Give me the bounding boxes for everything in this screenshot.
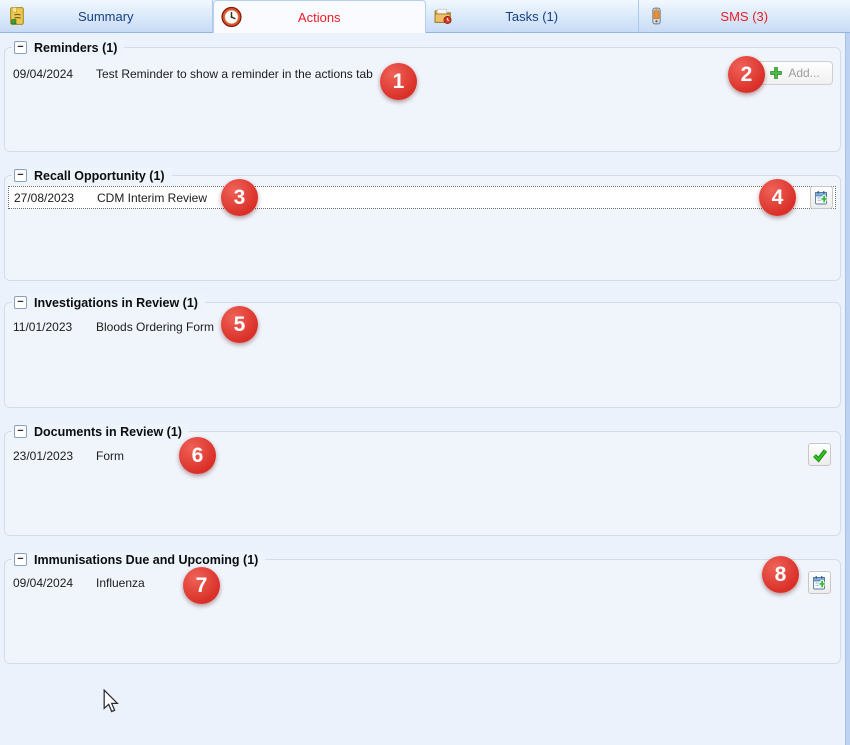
table-row[interactable]: 23/01/2023 Form [8, 444, 836, 467]
section-header-immunisations: − Immunisations Due and Upcoming (1) [12, 551, 265, 568]
tab-label-summary: Summary [78, 9, 134, 24]
section-title: Documents in Review (1) [34, 425, 182, 439]
section-header-investigations: − Investigations in Review (1) [12, 294, 205, 311]
tab-label-actions: Actions [298, 10, 341, 25]
check-icon [812, 447, 828, 463]
tab-tasks[interactable]: Tasks (1) [426, 0, 639, 33]
row-text: Form [96, 449, 124, 463]
add-reminder-button[interactable]: Add... [757, 61, 833, 85]
tab-summary[interactable]: Summary [0, 0, 213, 33]
section-title: Recall Opportunity (1) [34, 169, 165, 183]
table-row[interactable]: 09/04/2024 Influenza [8, 571, 836, 594]
add-appointment-icon [812, 575, 828, 591]
tab-sms[interactable]: SMS (3) [639, 0, 850, 33]
patient-actions-screen: Summary Actions [0, 0, 850, 745]
complete-document-button[interactable] [808, 443, 831, 466]
tasks-folder-icon [433, 6, 454, 27]
callout-badge-6: 6 [179, 437, 216, 474]
tab-actions[interactable]: Actions [213, 0, 427, 33]
add-appointment-button[interactable] [810, 186, 833, 209]
row-date: 11/01/2023 [8, 320, 96, 334]
section-reminders: − Reminders (1) 09/04/2024 Test Reminder… [4, 47, 841, 152]
row-date: 09/04/2024 [8, 576, 96, 590]
row-date: 27/08/2023 [9, 191, 97, 205]
row-date: 23/01/2023 [8, 449, 96, 463]
summary-note-icon [7, 6, 28, 27]
mouse-cursor-icon [103, 689, 119, 719]
callout-badge-1: 1 [380, 63, 417, 100]
add-immunisation-appointment-button[interactable] [808, 571, 831, 594]
collapse-button[interactable]: − [14, 169, 27, 182]
section-title: Immunisations Due and Upcoming (1) [34, 553, 258, 567]
tab-bar: Summary Actions [0, 0, 850, 33]
callout-badge-7: 7 [183, 567, 220, 604]
callout-badge-3: 3 [221, 179, 258, 216]
add-button-label: Add... [788, 66, 819, 80]
table-row[interactable]: 09/04/2024 Test Reminder to show a remin… [8, 62, 836, 85]
section-header-reminders: − Reminders (1) [12, 39, 124, 56]
collapse-button[interactable]: − [14, 553, 27, 566]
window-right-border [845, 33, 850, 745]
section-header-recall: − Recall Opportunity (1) [12, 167, 172, 184]
callout-badge-2: 2 [728, 56, 765, 93]
section-recall-opportunity: − Recall Opportunity (1) 27/08/2023 CDM … [4, 175, 841, 281]
row-date: 09/04/2024 [8, 67, 96, 81]
callout-badge-5: 5 [221, 306, 258, 343]
section-immunisations-due: − Immunisations Due and Upcoming (1) 09/… [4, 559, 841, 664]
collapse-button[interactable]: − [14, 296, 27, 309]
collapse-button[interactable]: − [14, 425, 27, 438]
mobile-phone-icon [646, 6, 667, 27]
table-row[interactable]: 11/01/2023 Bloods Ordering Form [8, 315, 836, 338]
row-text: Bloods Ordering Form [96, 320, 214, 334]
tab-label-sms: SMS (3) [720, 9, 768, 24]
section-title: Reminders (1) [34, 41, 117, 55]
section-title: Investigations in Review (1) [34, 296, 198, 310]
callout-badge-4: 4 [759, 179, 796, 216]
tab-label-tasks: Tasks (1) [505, 9, 558, 24]
collapse-button[interactable]: − [14, 41, 27, 54]
section-header-documents: − Documents in Review (1) [12, 423, 189, 440]
clock-icon [221, 7, 242, 28]
section-investigations-in-review: − Investigations in Review (1) 11/01/202… [4, 302, 841, 408]
add-appointment-icon [814, 190, 830, 206]
section-documents-in-review: − Documents in Review (1) 23/01/2023 For… [4, 431, 841, 536]
green-plus-icon [770, 67, 782, 79]
row-text: Influenza [96, 576, 145, 590]
table-row-selected[interactable]: 27/08/2023 CDM Interim Review [8, 186, 836, 209]
row-text: CDM Interim Review [97, 191, 207, 205]
callout-badge-8: 8 [762, 556, 799, 593]
row-text: Test Reminder to show a reminder in the … [96, 67, 373, 81]
